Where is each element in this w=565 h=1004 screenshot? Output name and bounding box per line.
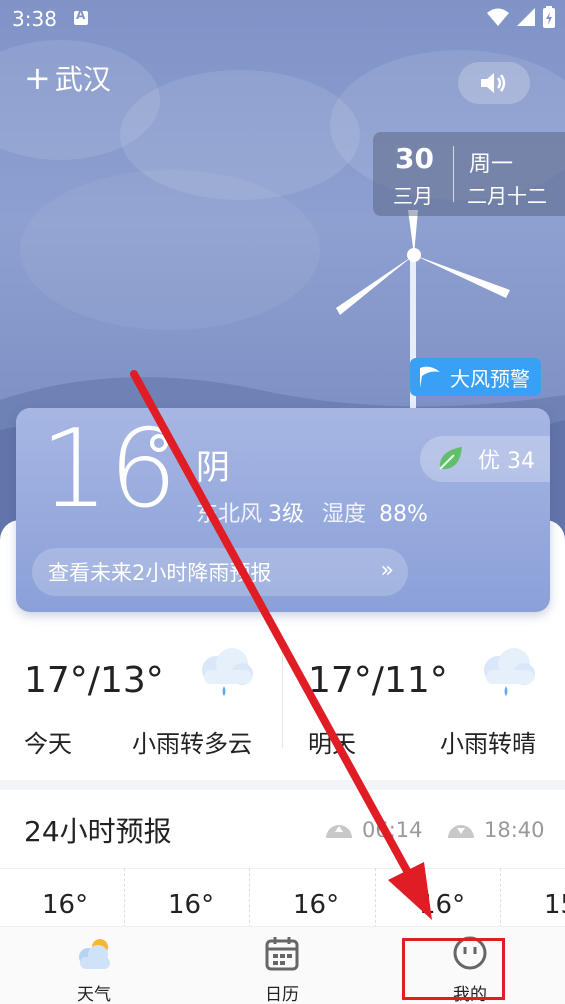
sunrise-icon (326, 825, 352, 838)
hour-divider (124, 868, 125, 928)
signal-icon (517, 8, 535, 26)
panel-separator (0, 868, 565, 869)
today-temp-range: 17°/13° (24, 660, 164, 701)
wind-level: 3级 (268, 502, 305, 527)
system-icons (487, 6, 555, 28)
forecast-divider (282, 652, 283, 748)
hour-temp: 16° (168, 890, 215, 920)
date-weekday: 周一 (469, 152, 514, 177)
hour-divider (375, 868, 376, 928)
nav-tab-label: 天气 (77, 985, 111, 1004)
sunset-icon (448, 825, 474, 838)
calendar-icon (265, 937, 299, 971)
nav-tab-label: 日历 (265, 985, 299, 1004)
nav-tab-calendar[interactable]: 日历 (222, 935, 342, 1004)
plus-icon: + (24, 59, 51, 97)
speaker-icon (481, 73, 506, 93)
notification-a-icon (74, 8, 88, 25)
humidity-label: 湿度 (322, 502, 367, 527)
today-description: 小雨转多云 (132, 730, 252, 758)
rain-cloud-icon (484, 648, 535, 696)
wind-humidity-row: 东北风 3级 湿度 88% (196, 496, 446, 528)
date-panel[interactable]: 30 三月 周一 二月十二 (373, 132, 565, 216)
date-month: 三月 (393, 184, 433, 208)
battery-icon (543, 6, 555, 28)
date-lunar: 二月十二 (467, 184, 547, 208)
double-chevron-icon: » (380, 558, 394, 583)
highlight-box (402, 938, 505, 1000)
degree-symbol (150, 434, 168, 452)
current-condition: 阴 (196, 448, 230, 488)
sunset-time: 18:40 (484, 818, 545, 842)
status-time: 3:38 (12, 7, 57, 31)
rain-forecast-label: 查看未来2小时降雨预报 (48, 561, 272, 585)
rain-forecast-link[interactable]: 查看未来2小时降雨预报 » (32, 548, 408, 596)
city-name: 武汉 (54, 63, 111, 96)
leaf-icon (439, 447, 462, 470)
aqi-badge[interactable]: 优 34 (420, 436, 550, 482)
today-forecast[interactable]: 17°/13° 今天 小雨转多云 (24, 660, 252, 758)
hourly-title: 24小时预报 (24, 815, 172, 848)
wind-alert-badge[interactable]: 大风预警 (410, 358, 541, 396)
weather-icon (79, 939, 110, 969)
current-temperature: 16 (40, 407, 178, 532)
sunrise-info: 06:14 (324, 818, 423, 842)
hour-temp: 15 (544, 890, 565, 920)
sunset-info: 18:40 (446, 818, 545, 842)
hour-temp: 16° (42, 890, 89, 920)
tomorrow-forecast[interactable]: 17°/11° 明天 小雨转晴 (308, 660, 536, 758)
nav-tab-weather[interactable]: 天气 (34, 935, 154, 1004)
status-bar: 3:38 (0, 0, 565, 38)
sunrise-time: 06:14 (362, 818, 423, 842)
voice-broadcast-button[interactable] (458, 62, 530, 104)
tomorrow-description: 小雨转晴 (440, 730, 536, 758)
current-weather-card[interactable]: 16 阴 优 34 东北风 3级 湿度 88% 查看未来2小时降雨预报 » (16, 408, 550, 612)
hour-temp: 16° (293, 890, 340, 920)
tomorrow-label: 明天 (308, 730, 356, 758)
hourly-forecast-panel: 24小时预报 06:14 18:40 16° 16° 16° 16° 15 (0, 790, 565, 930)
wifi-icon (487, 8, 509, 26)
date-separator (453, 146, 454, 202)
cloud-decoration (20, 170, 320, 330)
add-city-button[interactable]: + 武汉 (24, 58, 111, 98)
wind-direction: 东北风 (196, 502, 263, 527)
date-day: 30 (395, 142, 434, 175)
today-label: 今天 (24, 730, 72, 758)
humidity-value: 88% (379, 502, 428, 527)
aqi-label: 优 34 (478, 449, 535, 474)
hour-divider (249, 868, 250, 928)
tomorrow-temp-range: 17°/11° (308, 660, 448, 701)
hour-divider (500, 868, 501, 928)
rain-cloud-icon (202, 648, 253, 696)
alert-label: 大风预警 (450, 366, 530, 391)
flag-icon (420, 366, 440, 388)
hour-temp: 16° (419, 890, 466, 920)
